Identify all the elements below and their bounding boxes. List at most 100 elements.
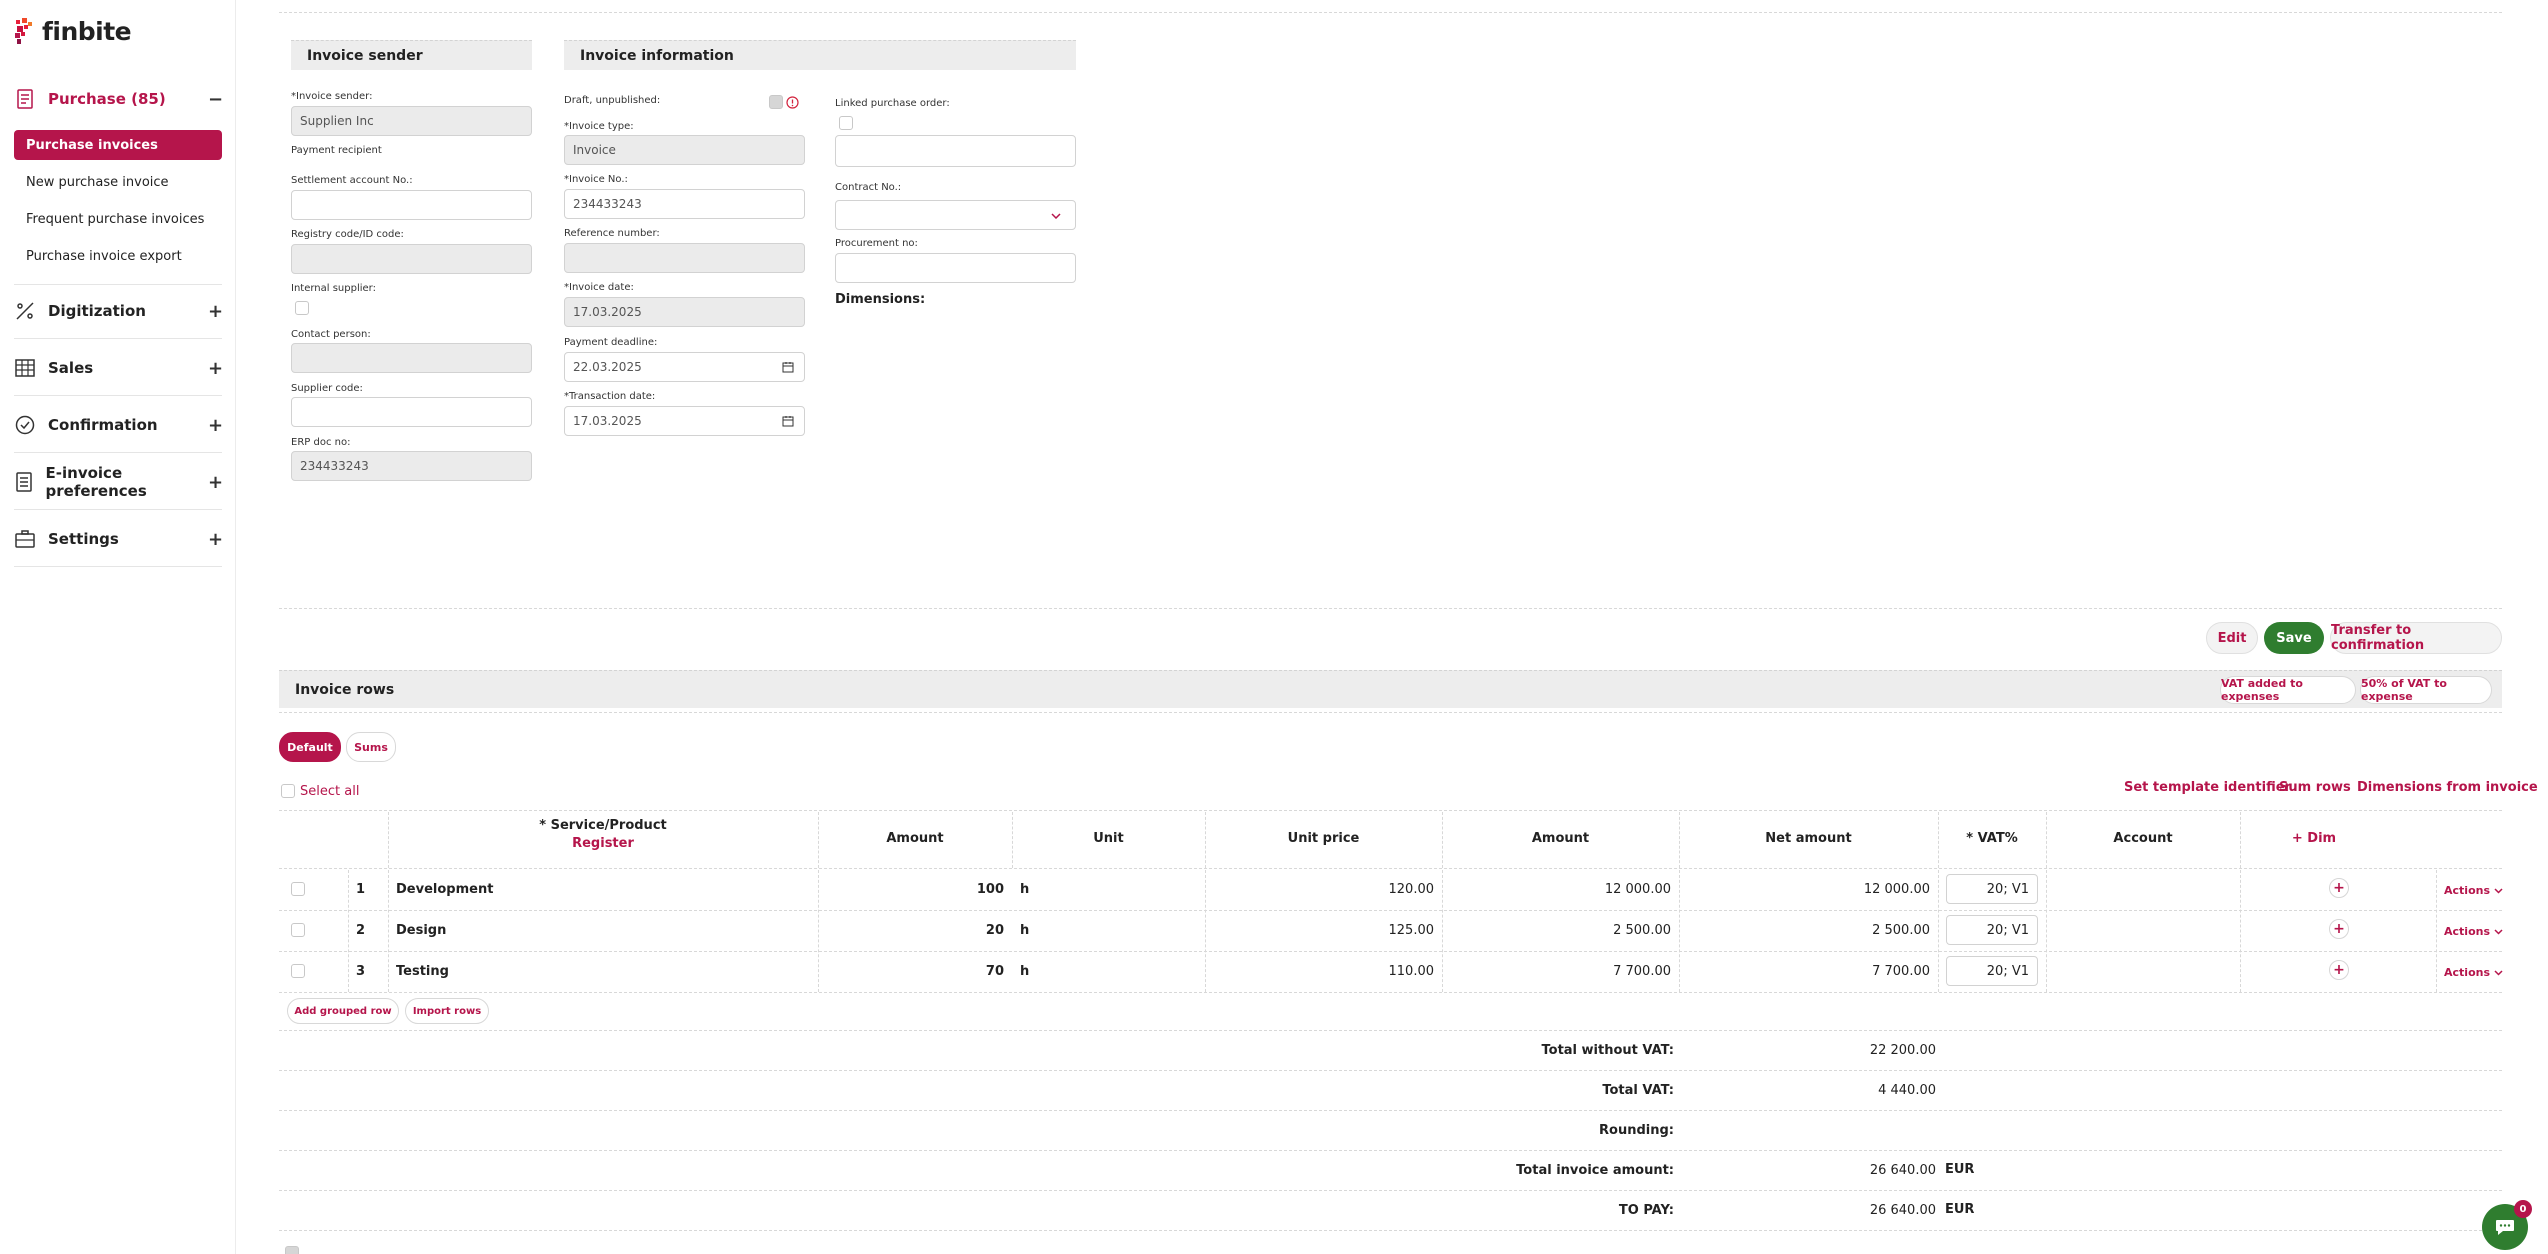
row-unit[interactable]: h (1020, 882, 1029, 897)
invoice-type-label: *Invoice type: (564, 121, 634, 132)
info-icon[interactable] (786, 96, 799, 109)
reference-number-field[interactable] (564, 243, 805, 273)
row-unit-price[interactable]: 110.00 (1205, 964, 1435, 979)
supplier-code-field[interactable] (291, 397, 532, 427)
sidebar-item-purchase-invoice-export[interactable]: Purchase invoice export (14, 241, 222, 271)
invoice-no-field[interactable]: 234433243 (564, 189, 805, 219)
row-unit-price[interactable]: 125.00 (1205, 923, 1435, 938)
row-quantity[interactable]: 70 (818, 964, 1004, 979)
calendar-icon[interactable] (782, 361, 794, 373)
linked-po-textarea[interactable] (835, 135, 1076, 167)
row-service[interactable]: Development (396, 882, 493, 897)
tab-default[interactable]: Default (279, 732, 341, 762)
nav-digitization[interactable]: Digitization + (14, 296, 223, 326)
row-actions-dropdown[interactable]: Actions (2444, 884, 2503, 897)
column-divider (2240, 870, 2241, 992)
row-checkbox[interactable] (291, 964, 305, 978)
registry-code-field[interactable] (291, 244, 532, 274)
row-unit-price[interactable]: 120.00 (1205, 882, 1435, 897)
contact-person-field[interactable] (291, 343, 532, 373)
register-link[interactable]: Register (388, 836, 818, 851)
import-rows-button[interactable]: Import rows (405, 998, 489, 1024)
invoice-sender-field[interactable]: Supplien Inc (291, 106, 532, 136)
add-dimension-icon[interactable]: + (2329, 960, 2349, 980)
row-actions-dropdown[interactable]: Actions (2444, 925, 2503, 938)
sum-rows-link[interactable]: Sum rows (2279, 780, 2351, 795)
bottom-checkbox[interactable] (285, 1246, 299, 1254)
add-grouped-row-button[interactable]: Add grouped row (287, 998, 399, 1024)
transaction-date-field[interactable]: 17.03.2025 (564, 406, 805, 436)
payment-deadline-field[interactable]: 22.03.2025 (564, 352, 805, 382)
expand-icon[interactable]: + (208, 358, 223, 379)
row-quantity[interactable]: 20 (818, 923, 1004, 938)
add-dimension-icon[interactable]: + (2329, 878, 2349, 898)
nav-sales[interactable]: Sales + (14, 353, 223, 383)
contract-no-select[interactable] (835, 200, 1076, 230)
purchase-icon (14, 88, 36, 110)
chat-badge: 0 (2514, 1200, 2532, 1218)
linked-po-checkbox[interactable] (839, 116, 853, 130)
row-service[interactable]: Testing (396, 964, 449, 979)
contract-no-label: Contract No.: (835, 182, 902, 193)
row-vat-field[interactable]: 20; V1 (1946, 915, 2038, 945)
nav-divider (14, 566, 222, 567)
column-divider (2436, 870, 2437, 992)
set-template-identifier-link[interactable]: Set template identifier (2124, 780, 2291, 795)
divider (279, 868, 2502, 869)
expand-icon[interactable]: + (208, 415, 223, 436)
total-vat-label: Total VAT: (1602, 1083, 1674, 1098)
select-all-checkbox[interactable] (281, 784, 295, 798)
row-unit[interactable]: h (1020, 964, 1029, 979)
row-vat-field[interactable]: 20; V1 (1946, 956, 2038, 986)
row-unit[interactable]: h (1020, 923, 1029, 938)
divider (279, 1150, 2502, 1151)
sidebar-item-frequent-purchase-invoices[interactable]: Frequent purchase invoices (14, 204, 222, 234)
nav-e-invoice-preferences[interactable]: E-invoice preferences + (14, 464, 223, 500)
draft-checkbox[interactable] (769, 95, 783, 109)
transfer-to-confirmation-button[interactable]: Transfer to confirmation (2330, 622, 2502, 654)
settlement-account-field[interactable] (291, 190, 532, 220)
invoice-type-field[interactable]: Invoice (564, 135, 805, 165)
internal-supplier-checkbox[interactable] (295, 301, 309, 315)
settlement-account-label: Settlement account No.: (291, 175, 413, 186)
tab-sums[interactable]: Sums (346, 732, 396, 762)
chevron-down-icon (2494, 887, 2503, 894)
procurement-no-field[interactable] (835, 253, 1076, 283)
expand-icon[interactable]: + (208, 472, 223, 493)
chat-button[interactable]: 0 (2482, 1200, 2532, 1250)
expand-icon[interactable]: + (208, 301, 223, 322)
vat-50-to-expense-button[interactable]: 50% of VAT to expense (2360, 676, 2492, 704)
row-checkbox[interactable] (291, 923, 305, 937)
nav-purchase[interactable]: Purchase (85) − (14, 84, 223, 114)
chevron-down-icon (2494, 969, 2503, 976)
row-service[interactable]: Design (396, 923, 446, 938)
vat-added-to-expenses-button[interactable]: VAT added to expenses (2220, 676, 2356, 704)
column-header-service: * Service/Product (539, 818, 667, 833)
invoice-date-field[interactable]: 17.03.2025 (564, 297, 805, 327)
row-number: 3 (356, 964, 366, 979)
divider (279, 992, 2502, 993)
column-divider (818, 870, 819, 992)
nav-confirmation[interactable]: Confirmation + (14, 410, 223, 440)
row-checkbox[interactable] (291, 882, 305, 896)
calendar-icon[interactable] (782, 415, 794, 427)
edit-button[interactable]: Edit (2206, 622, 2258, 654)
row-vat-field[interactable]: 20; V1 (1946, 874, 2038, 904)
add-dimension-icon[interactable]: + (2329, 919, 2349, 939)
dimensions-from-invoice-link[interactable]: Dimensions from invoice (2357, 780, 2538, 795)
collapse-icon[interactable]: − (208, 89, 223, 110)
invoice-sender-label: *Invoice sender: (291, 91, 373, 102)
nav-sales-label: Sales (48, 359, 94, 377)
row-quantity[interactable]: 100 (818, 882, 1004, 897)
finbite-logo[interactable]: finbite (14, 16, 132, 46)
nav-settings[interactable]: Settings + (14, 524, 223, 554)
sidebar-item-purchase-invoices[interactable]: Purchase invoices (14, 130, 222, 160)
draft-label: Draft, unpublished: (564, 95, 661, 106)
sidebar-item-new-purchase-invoice[interactable]: New purchase invoice (14, 167, 222, 197)
expand-icon[interactable]: + (208, 529, 223, 550)
save-button[interactable]: Save (2264, 622, 2324, 654)
row-actions-dropdown[interactable]: Actions (2444, 966, 2503, 979)
select-all-link[interactable]: Select all (300, 784, 359, 799)
erp-doc-field[interactable]: 234433243 (291, 451, 532, 481)
add-dim-button[interactable]: + Dim (2240, 831, 2388, 846)
